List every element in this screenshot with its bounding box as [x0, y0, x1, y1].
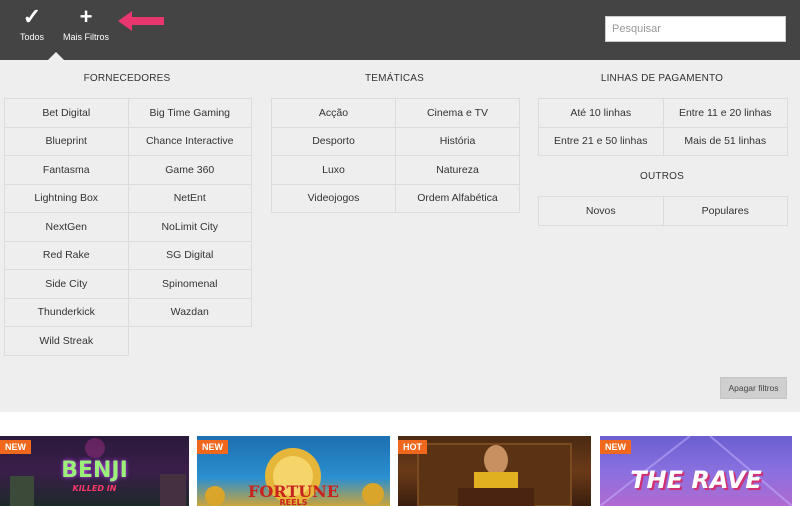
game-tile-fortune-reels[interactable]: NEW FORTUNE REELS	[197, 436, 390, 506]
filter-option-linhas[interactable]: Até 10 linhas	[538, 98, 664, 128]
filter-option-linhas[interactable]: Entre 21 e 50 linhas	[538, 126, 664, 156]
new-badge: NEW	[0, 440, 31, 454]
filter-option-fornecedores[interactable]: Spinomenal	[127, 269, 252, 299]
pink-arrow-icon	[118, 11, 164, 31]
filter-option-fornecedores[interactable]: Wild Streak	[4, 326, 129, 356]
filter-option-tematicas[interactable]: História	[395, 126, 520, 156]
game-tile-benji[interactable]: NEW BENJI KILLED IN	[0, 436, 189, 506]
todos-filter-button[interactable]: ✓ Todos	[14, 4, 50, 43]
tematicas-heading: TEMÁTICAS	[364, 73, 425, 84]
filter-option-outros[interactable]: Populares	[662, 196, 788, 226]
game-tile-hot[interactable]: HOT	[398, 436, 591, 506]
game-subtitle: REELS	[279, 498, 308, 506]
filter-option-tematicas[interactable]: Natureza	[395, 155, 520, 185]
filter-option-tematicas[interactable]: Acção	[271, 98, 396, 128]
filter-option-fornecedores[interactable]: Bet Digital	[4, 98, 129, 128]
filter-option-outros[interactable]: Novos	[538, 196, 664, 226]
fornecedores-grid: Bet Digital Big Time Gaming Blueprint Chanc…	[4, 98, 252, 356]
todos-label: Todos	[19, 32, 45, 42]
filter-option-linhas[interactable]: Entre 11 e 20 linhas	[662, 98, 788, 128]
active-tab-pointer	[48, 52, 64, 60]
check-icon: ✓	[22, 4, 42, 29]
game-subtitle: KILLED IN	[72, 484, 117, 493]
filter-option-fornecedores[interactable]: Blueprint	[4, 126, 129, 156]
filter-option-tematicas[interactable]: Luxo	[271, 155, 396, 185]
search-input[interactable]	[605, 16, 786, 42]
filter-option-fornecedores[interactable]: Lightning Box	[4, 183, 129, 213]
outros-grid: Novos Populares	[538, 196, 788, 226]
plus-icon: +	[79, 4, 93, 29]
filter-option-linhas[interactable]: Mais de 51 linhas	[662, 126, 788, 156]
outros-heading: OUTROS	[640, 171, 684, 182]
filter-option-fornecedores[interactable]: Fantasma	[4, 155, 129, 185]
filter-option-fornecedores[interactable]: Chance Interactive	[127, 126, 252, 156]
top-toolbar: ✓ Todos + Mais Filtros	[0, 0, 800, 60]
filter-option-fornecedores[interactable]: Red Rake	[4, 240, 129, 270]
linhas-heading: LINHAS DE PAGAMENTO	[600, 73, 724, 84]
new-badge: NEW	[197, 440, 228, 454]
game-title: BENJI	[61, 458, 128, 483]
filter-option-fornecedores[interactable]: SG Digital	[127, 240, 252, 270]
games-row: NEW BENJI KILLED IN NEW FORTUNE REELS HO…	[0, 436, 800, 506]
filter-option-fornecedores[interactable]: NoLimit City	[127, 212, 252, 242]
game-tile-the-rave[interactable]: NEW THE RAVE	[600, 436, 792, 506]
filter-option-tematicas[interactable]: Ordem Alfabética	[395, 183, 520, 213]
hot-badge: HOT	[398, 440, 427, 454]
linhas-grid: Até 10 linhas Entre 11 e 20 linhas Entre 2…	[538, 98, 788, 156]
filter-option-fornecedores[interactable]: NextGen	[4, 212, 129, 242]
filter-option-fornecedores[interactable]: Game 360	[127, 155, 252, 185]
filter-option-fornecedores[interactable]: Big Time Gaming	[127, 98, 252, 128]
filter-panel: FORNECEDORES Bet Digital Big Time Gaming B…	[0, 60, 800, 412]
apagar-filtros-button[interactable]: Apagar filtros	[720, 377, 787, 399]
filter-option-tematicas[interactable]: Cinema e TV	[395, 98, 520, 128]
filter-option-fornecedores[interactable]: Wazdan	[127, 297, 252, 327]
new-badge: NEW	[600, 440, 631, 454]
filter-option-fornecedores[interactable]: Side City	[4, 269, 129, 299]
mais-filtros-label: Mais Filtros	[62, 32, 109, 42]
filter-option-fornecedores[interactable]: Thunderkick	[4, 297, 129, 327]
mais-filtros-button[interactable]: + Mais Filtros	[60, 4, 112, 43]
filter-option-tematicas[interactable]: Desporto	[271, 126, 396, 156]
fornecedores-heading: FORNECEDORES	[83, 73, 171, 84]
filter-option-tematicas[interactable]: Videojogos	[271, 183, 396, 213]
game-title: THE RAVE	[630, 466, 762, 494]
tematicas-grid: Acção Cinema e TV Desporto História Luxo Natu…	[271, 98, 520, 213]
filter-option-fornecedores[interactable]: NetEnt	[127, 183, 252, 213]
